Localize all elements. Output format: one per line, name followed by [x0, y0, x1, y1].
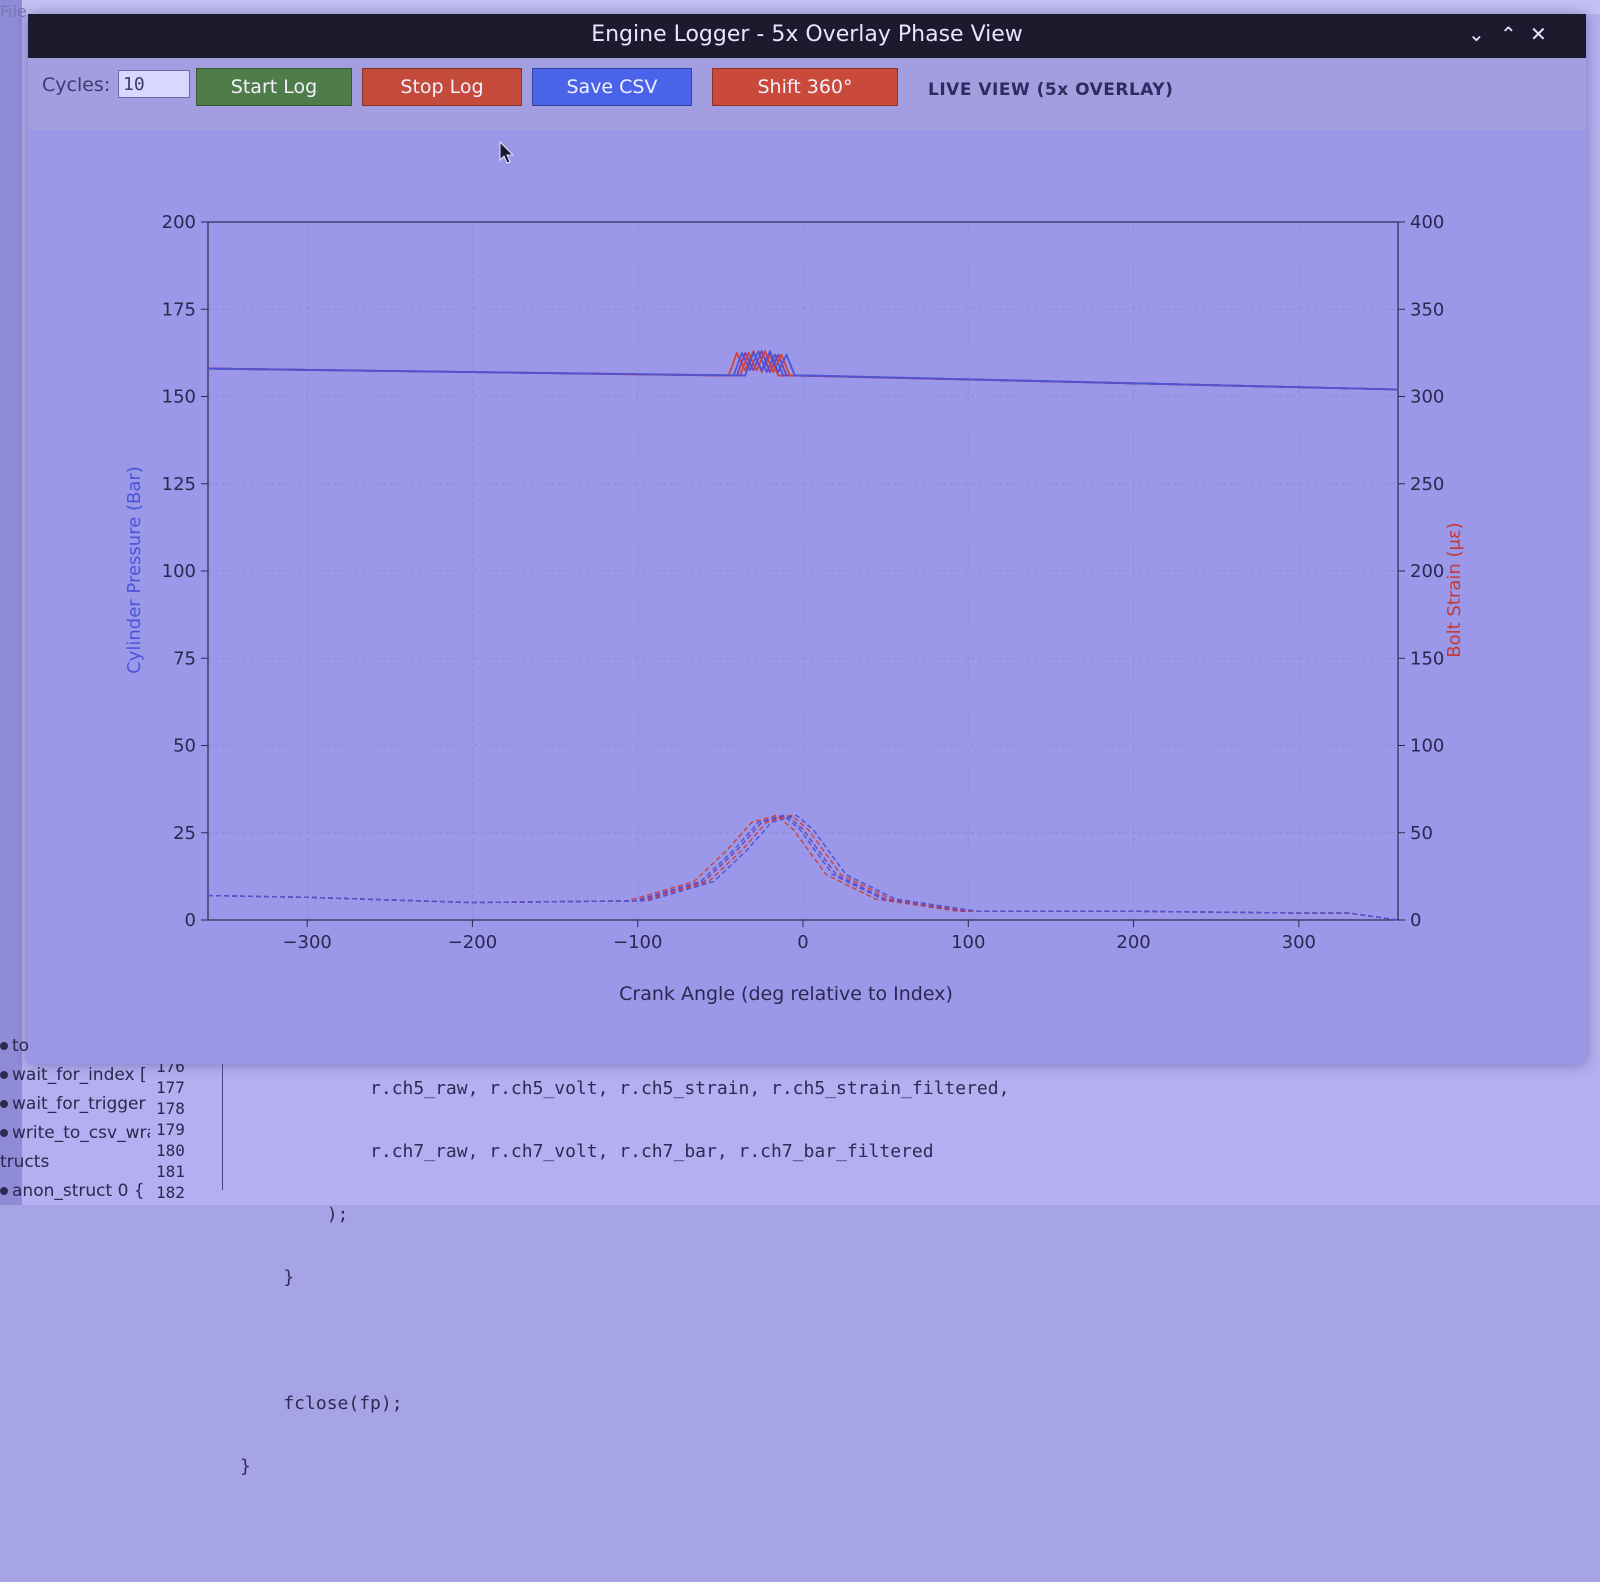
line-number: 177 [156, 1078, 185, 1097]
cycles-label: Cycles: [42, 74, 111, 96]
y-right-tick-label: 150 [1410, 648, 1444, 669]
line-number: 182 [156, 1183, 185, 1202]
symbol-label: write_to_csv_wra [12, 1123, 150, 1143]
x-tick-label: 100 [951, 932, 985, 953]
y-left-tick-label: 125 [162, 474, 196, 495]
grid [208, 221, 1398, 921]
symbol-label: wait_for_trigger [12, 1094, 146, 1114]
window-title: Engine Logger - 5x Overlay Phase View [591, 22, 1023, 47]
plot-area[interactable]: −300 −200 −100 0 100 200 300 0 25 50 75 100 125 150 17… [28, 130, 1586, 1064]
code-line: r.ch5_raw, r.ch5_volt, r.ch5_strain, r.c… [240, 1078, 1010, 1099]
y-left-tick-label: 175 [162, 299, 196, 320]
phase-chart[interactable]: −300 −200 −100 0 100 200 300 0 25 50 75 100 125 150 17… [28, 130, 1586, 1064]
x-tick-label: 200 [1116, 932, 1150, 953]
x-tick-label: −300 [282, 932, 331, 953]
save-csv-button[interactable]: Save CSV [532, 68, 692, 106]
code-text[interactable]: r.ch5_raw, r.ch5_volt, r.ch5_strain, r.c… [240, 1036, 1009, 1582]
stop-log-button[interactable]: Stop Log [362, 68, 522, 106]
line-number: 179 [156, 1120, 185, 1139]
editor-top-strip [0, 0, 1600, 14]
y-right-tick-label: 300 [1410, 387, 1444, 408]
y-right-tick-label: 100 [1410, 736, 1444, 757]
symbol-label: tructs [0, 1152, 50, 1172]
x-tick-label: −200 [448, 932, 497, 953]
engine-logger-window: Engine Logger - 5x Overlay Phase View ⌄ … [28, 14, 1586, 1064]
code-line: r.ch7_raw, r.ch7_volt, r.ch7_bar, r.ch7_… [240, 1141, 934, 1162]
symbol-item[interactable]: wait_for_trigger [0, 1094, 150, 1123]
function-icon [0, 1042, 8, 1050]
code-line: } [240, 1456, 251, 1477]
start-log-button[interactable]: Start Log [196, 68, 352, 106]
y-left-tick-label: 150 [162, 387, 196, 408]
function-icon [0, 1100, 8, 1108]
y-right-tick-label: 400 [1410, 212, 1444, 233]
y-left-tick-label: 100 [162, 561, 196, 582]
y-axis-label-left: Cylinder Pressure (Bar) [124, 466, 145, 674]
struct-icon [0, 1187, 8, 1195]
x-tick-label: −100 [613, 932, 662, 953]
y-left-tick-label: 50 [173, 736, 196, 757]
toolbar: Cycles: Start Log Stop Log Save CSV Shif… [28, 58, 1586, 130]
y-right-tick-label: 0 [1410, 910, 1421, 931]
file-menu[interactable]: File [0, 2, 27, 21]
chevron-up-icon[interactable]: ⌃ [1500, 22, 1517, 46]
y-left-tick-label: 75 [173, 648, 196, 669]
symbol-item[interactable]: tructs [0, 1152, 150, 1181]
function-icon [0, 1129, 8, 1137]
cycles-input[interactable] [118, 70, 190, 98]
line-number: 180 [156, 1141, 185, 1160]
function-icon [0, 1071, 8, 1079]
mouse-cursor-icon [499, 140, 515, 164]
code-line: } [240, 1267, 295, 1288]
y-left-tick-label: 0 [185, 910, 196, 931]
shift-360-button[interactable]: Shift 360° [712, 68, 898, 106]
code-line: fclose(fp); [240, 1393, 403, 1414]
status-label: LIVE VIEW (5x OVERLAY) [928, 80, 1174, 100]
symbol-label: wait_for_index [ [12, 1065, 147, 1085]
line-number: 178 [156, 1099, 185, 1118]
y-left-tick-label: 200 [162, 212, 196, 233]
y-right-tick-label: 250 [1410, 474, 1444, 495]
y-left-tick-label: 25 [173, 823, 196, 844]
close-icon[interactable]: ✕ [1530, 22, 1547, 46]
code-line: ); [240, 1204, 349, 1225]
y-axis-label-right: Bolt Strain (με) [1444, 522, 1465, 657]
x-tick-label: 0 [797, 932, 808, 953]
editor-left-strip [0, 0, 22, 1205]
symbol-item[interactable]: anon_struct 0 { [0, 1181, 150, 1210]
y-right-tick-label: 50 [1410, 823, 1433, 844]
x-tick-label: 300 [1282, 932, 1316, 953]
line-number: 181 [156, 1162, 185, 1181]
title-bar[interactable]: Engine Logger - 5x Overlay Phase View ⌄ … [28, 14, 1586, 58]
chevron-down-icon[interactable]: ⌄ [1468, 22, 1485, 46]
x-axis-label: Crank Angle (deg relative to Index) [619, 983, 953, 1005]
symbol-item[interactable]: write_to_csv_wra [0, 1123, 150, 1152]
symbol-label: anon_struct 0 { [12, 1181, 145, 1201]
y-right-tick-label: 350 [1410, 299, 1444, 320]
symbol-item[interactable]: wait_for_index [ [0, 1065, 150, 1094]
y-right-tick-label: 200 [1410, 561, 1444, 582]
